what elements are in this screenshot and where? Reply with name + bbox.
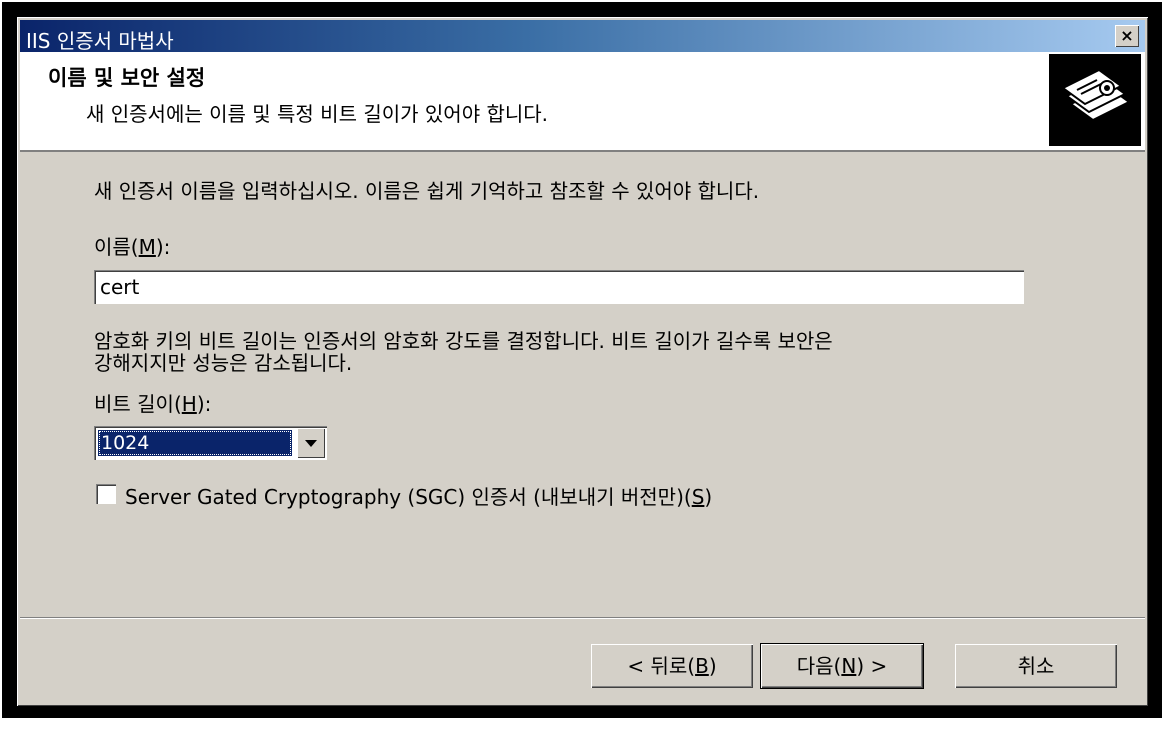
- name-label: 이름(M):: [94, 235, 171, 259]
- sgc-label[interactable]: Server Gated Cryptography (SGC) 인증서 (내보내…: [125, 481, 712, 510]
- header-title: 이름 및 보안 설정: [48, 66, 206, 90]
- bitlen-select[interactable]: 1024: [94, 426, 327, 460]
- wizard-window: IIS 인증서 마법사 × 이름 및 보안 설정 새 인증서에는 이름 및 특정…: [17, 17, 1148, 706]
- wizard-header: 이름 및 보안 설정 새 인증서에는 이름 및 특정 비트 길이가 있어야 합니…: [20, 52, 1145, 152]
- cancel-button[interactable]: 취소: [955, 644, 1117, 688]
- bitlen-select-value: 1024: [98, 430, 292, 456]
- close-icon: ×: [1120, 26, 1134, 45]
- next-button[interactable]: 다음(N) >: [760, 643, 924, 689]
- header-subtitle: 새 인증서에는 이름 및 특정 비트 길이가 있어야 합니다.: [86, 102, 549, 126]
- chevron-down-icon[interactable]: [297, 428, 325, 458]
- name-input[interactable]: cert: [94, 270, 1024, 304]
- title-bar[interactable]: IIS 인증서 마법사 ×: [20, 20, 1145, 53]
- close-button[interactable]: ×: [1115, 25, 1139, 47]
- sgc-checkbox[interactable]: [96, 484, 116, 504]
- footer-separator: [20, 617, 1145, 619]
- bitlen-description-line2: 강해지지만 성능은 감소됩니다.: [94, 351, 353, 375]
- bitlen-label: 비트 길이(H):: [94, 392, 212, 416]
- certificate-wizard-icon: [1049, 54, 1141, 146]
- window-title: IIS 인증서 마법사: [26, 29, 174, 53]
- back-button[interactable]: < 뒤로(B): [591, 644, 753, 688]
- intro-text: 새 인증서 이름을 입력하십시오. 이름은 쉽게 기억하고 참조할 수 있어야 …: [94, 179, 760, 203]
